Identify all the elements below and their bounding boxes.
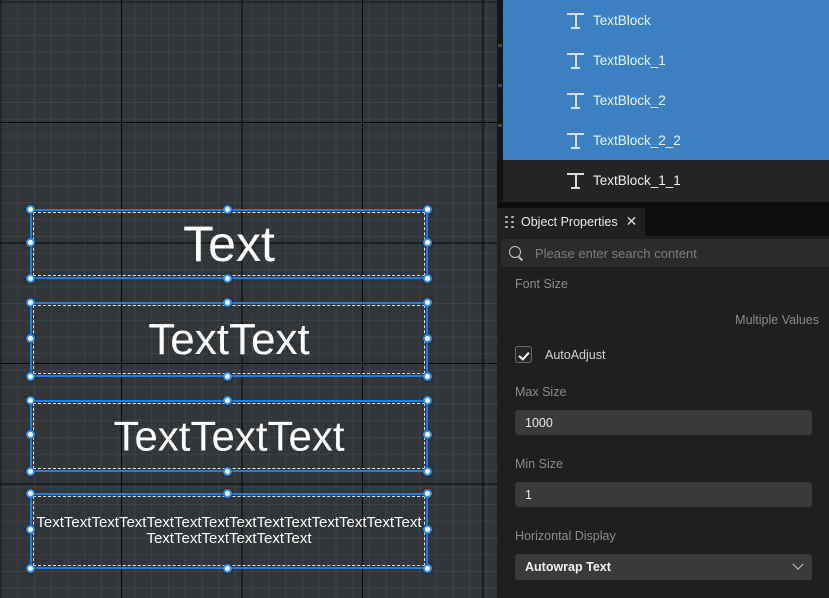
outliner-item-textblock-2-2[interactable]: TextBlock_2_2 [503, 120, 829, 160]
outliner-item-list: TextBlock TextBlock_1 TextBlock_2 TextBl… [503, 0, 829, 200]
text-block-icon [567, 12, 584, 29]
textblock-4-text: TextTextTextTextTextTextTextTextTextText… [36, 513, 422, 547]
right-dock: TextBlock TextBlock_1 TextBlock_2 TextBl… [497, 0, 829, 598]
properties-tab-title: Object Properties [521, 215, 618, 229]
resize-handle-bottom-center[interactable] [223, 274, 232, 283]
resize-handle-top-center[interactable] [223, 298, 232, 307]
outliner-item-textblock-2[interactable]: TextBlock_2 [503, 80, 829, 120]
resize-handle-middle-left[interactable] [26, 333, 35, 343]
max-size-input[interactable] [515, 410, 812, 435]
horizontal-display-select[interactable]: Autowrap Text [515, 554, 812, 580]
resize-handle-bottom-center[interactable] [223, 467, 232, 476]
text-block-icon [567, 52, 584, 69]
selected-textblock-2[interactable]: TextText [26, 298, 432, 381]
text-block-icon [567, 172, 584, 189]
resize-handle-middle-right[interactable] [423, 333, 432, 343]
properties-tab-bar: Object Properties ✕ [497, 208, 829, 236]
outliner-item-label: TextBlock_2 [593, 92, 666, 108]
resize-handle-middle-right[interactable] [423, 525, 432, 534]
tab-object-properties[interactable]: Object Properties ✕ [497, 208, 646, 236]
font-size-value: Multiple Values [735, 313, 819, 327]
text-block-icon [567, 132, 584, 149]
textblock-2-text: TextText [148, 314, 310, 364]
resize-handle-top-left[interactable] [26, 396, 35, 405]
resize-handle-middle-left[interactable] [26, 238, 35, 247]
outliner-item-label: TextBlock [593, 12, 651, 28]
resize-handle-top-right[interactable] [423, 489, 432, 498]
outliner-item-textblock-1-1[interactable]: TextBlock_1_1 [503, 160, 829, 200]
property-search-bar[interactable] [501, 239, 829, 267]
resize-handle-top-center[interactable] [223, 396, 232, 405]
resize-handle-bottom-right[interactable] [423, 564, 432, 573]
resize-handle-top-right[interactable] [423, 298, 432, 307]
resize-handle-top-left[interactable] [26, 489, 35, 498]
scene-outliner[interactable]: TextBlock TextBlock_1 TextBlock_2 TextBl… [497, 0, 829, 208]
selected-textblock-1[interactable]: Text [26, 205, 432, 283]
resize-handle-bottom-right[interactable] [423, 372, 432, 381]
resize-handle-middle-right[interactable] [423, 238, 432, 247]
resize-handle-top-left[interactable] [26, 205, 35, 214]
text-block-icon [567, 92, 584, 109]
search-icon [509, 246, 523, 260]
resize-handle-bottom-left[interactable] [26, 372, 35, 381]
search-input[interactable] [535, 245, 829, 261]
gutter-tick [498, 84, 502, 87]
resize-handle-bottom-left[interactable] [26, 467, 35, 476]
resize-handle-middle-right[interactable] [423, 430, 432, 439]
resize-handle-middle-left[interactable] [26, 525, 35, 534]
selected-textblock-3[interactable]: TextTextText [26, 396, 432, 476]
resize-handle-bottom-right[interactable] [423, 467, 432, 476]
resize-handle-bottom-left[interactable] [26, 274, 35, 283]
resize-handle-bottom-center[interactable] [223, 564, 232, 573]
gutter-tick [498, 44, 502, 47]
chevron-down-icon [792, 558, 804, 570]
outliner-item-textblock-1[interactable]: TextBlock_1 [503, 40, 829, 80]
resize-handle-top-right[interactable] [423, 396, 432, 405]
resize-handle-top-center[interactable] [223, 205, 232, 214]
outliner-item-label: TextBlock_1 [593, 52, 666, 68]
textblock-1-text: Text [183, 216, 275, 272]
resize-handle-bottom-center[interactable] [223, 372, 232, 381]
resize-handle-middle-left[interactable] [26, 430, 35, 439]
horizontal-display-value: Autowrap Text [525, 560, 611, 574]
resize-handle-bottom-left[interactable] [26, 564, 35, 573]
widget-design-canvas[interactable]: Text TextText TextTextText TextTextTextT… [0, 0, 497, 598]
font-size-label: Font Size [515, 277, 568, 291]
min-size-input[interactable] [515, 482, 812, 507]
drag-dots-icon[interactable] [505, 215, 514, 229]
outliner-item-label: TextBlock_2_2 [593, 132, 681, 148]
close-icon[interactable]: ✕ [626, 215, 638, 229]
auto-adjust-label: AutoAdjust [545, 347, 606, 362]
resize-handle-top-left[interactable] [26, 298, 35, 307]
selected-textblock-4[interactable]: TextTextTextTextTextTextTextTextTextText… [26, 489, 432, 573]
textblock-3-text: TextTextText [113, 412, 345, 460]
min-size-label: Min Size [515, 457, 563, 471]
outliner-item-textblock[interactable]: TextBlock [503, 0, 829, 40]
gutter-tick [498, 124, 502, 127]
resize-handle-top-center[interactable] [223, 489, 232, 498]
horizontal-display-label: Horizontal Display [515, 529, 616, 543]
auto-adjust-row[interactable]: AutoAdjust [515, 346, 605, 363]
resize-handle-top-right[interactable] [423, 205, 432, 214]
object-properties-panel: Object Properties ✕ Font Size Multiple V… [497, 208, 829, 598]
auto-adjust-checkbox[interactable] [515, 346, 532, 363]
max-size-label: Max Size [515, 385, 567, 399]
outliner-item-label: TextBlock_1_1 [593, 172, 681, 188]
resize-handle-bottom-right[interactable] [423, 274, 432, 283]
application-window: Text TextText TextTextText TextTextTextT… [0, 0, 829, 598]
